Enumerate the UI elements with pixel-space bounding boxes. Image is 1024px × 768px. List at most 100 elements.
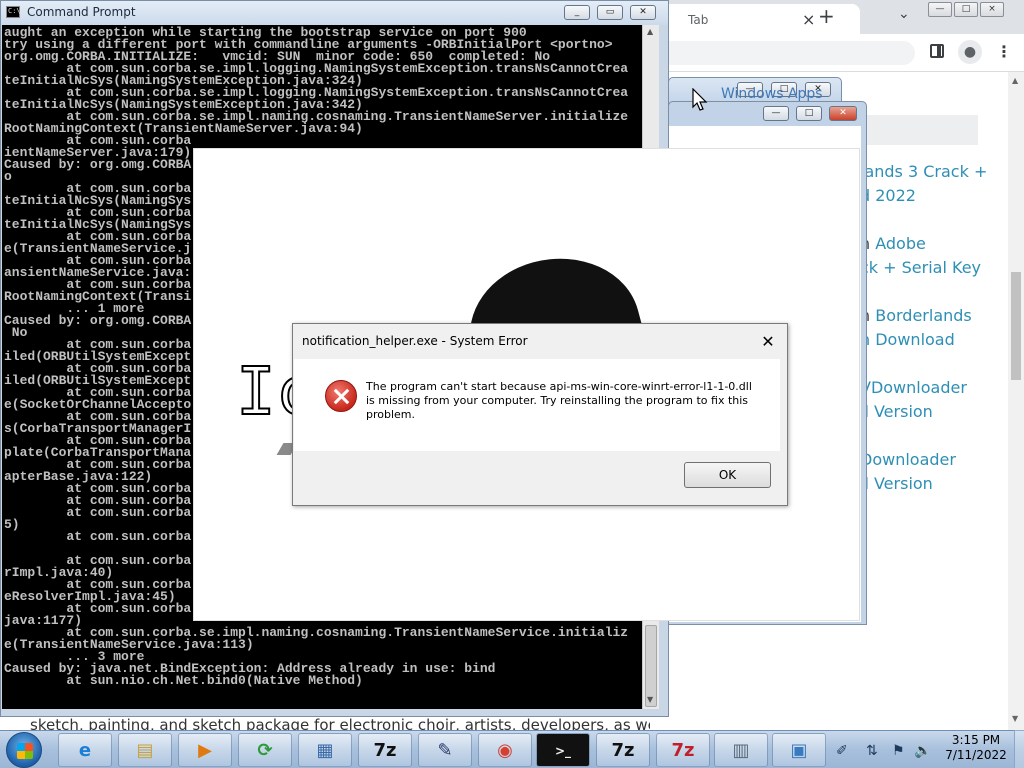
article-link-text[interactable]: ll Version — [860, 474, 933, 493]
taskbar-7zip-button[interactable]: 7z — [358, 733, 412, 767]
article-link-text[interactable]: VDownloader — [860, 378, 967, 397]
cmd-close-button[interactable]: ✕ — [630, 5, 656, 20]
taskbar-control-panel-button[interactable]: ▦ — [298, 733, 352, 767]
notepad-icon: ▥ — [732, 740, 750, 761]
article-link[interactable]: Downloader — [860, 448, 956, 472]
console-line: at sun.nio.ch.Net.bind0(Native Method) — [4, 673, 363, 688]
ok-button[interactable]: OK — [684, 462, 771, 488]
article-link-text[interactable]: d 2022 — [860, 186, 916, 205]
show-desktop-button[interactable] — [1014, 730, 1024, 768]
system-error-dialog[interactable]: notification_helper.exe - System Error ✕… — [292, 323, 788, 506]
cmd-minimize-button[interactable]: _ — [564, 5, 590, 20]
cmd-icon: C:\ — [6, 6, 21, 18]
tab-search-icon[interactable]: ⌄ — [898, 6, 910, 22]
article-link[interactable]: ck + Serial Key — [860, 256, 981, 280]
taskbar-explorer-button[interactable]: ▤ — [118, 733, 172, 767]
editor-icon: ✎ — [437, 740, 453, 761]
tray-volume-icon[interactable]: 🔈 — [914, 743, 931, 759]
start-button[interactable] — [6, 732, 42, 768]
article-link[interactable]: lands 3 Crack + — [860, 160, 987, 184]
cmd-scroll-up-icon[interactable]: ▲ — [647, 27, 653, 36]
windows-logo-icon — [17, 743, 33, 759]
article-link[interactable]: n Download — [860, 328, 955, 352]
clock-time: 3:15 PM — [951, 733, 1001, 747]
article-link[interactable]: n Adobe — [860, 232, 926, 256]
clock-date: 7/11/2022 — [945, 748, 1007, 762]
taskbar-cmd-button[interactable]: >_ — [536, 733, 590, 767]
taskbar-ie-button[interactable]: e — [58, 733, 112, 767]
console-line: at com.sun.corba — [4, 529, 192, 544]
clock[interactable]: 3:15 PM 7/11/2022 — [940, 733, 1012, 763]
taskbar-notepad-button[interactable]: ▥ — [714, 733, 768, 767]
profile-icon[interactable]: ● — [958, 40, 982, 64]
taskbar-window-app-button[interactable]: ▣ — [772, 733, 826, 767]
article-link[interactable]: d 2022 — [860, 184, 916, 208]
cmd-icon: >_ — [537, 734, 589, 766]
browser-tab-title: Tab — [688, 13, 709, 27]
console-line: Caused by: org.omg.CORBA — [4, 313, 192, 328]
tray-network-icon[interactable]: ⇅ — [866, 743, 878, 759]
taskbar-editor-button[interactable]: ✎ — [418, 733, 472, 767]
ie-icon: e — [78, 740, 92, 761]
browser-tabstrip: Tab × + ⌄ — □ × — [640, 0, 1024, 34]
taskbar: e ▤ ▶ ⟳ ▦ 7z ✎ ◉ >_ 7z 7z ▥ ▣ ✐ ⇅ ⚑ 🔈 — [0, 730, 1024, 768]
console-line: Caused by: org.omg.CORBA — [4, 157, 192, 172]
error-icon — [325, 380, 357, 412]
dialog-title: notification_helper.exe - System Error — [302, 334, 528, 348]
taskbar-7zip-2-button[interactable]: 7z — [596, 733, 650, 767]
cmd-scroll-down-icon[interactable]: ▼ — [647, 695, 653, 704]
taskbar-media-player-button[interactable]: ▶ — [178, 733, 232, 767]
browser-minimize-button[interactable]: — — [928, 2, 952, 17]
cmd-titlebar[interactable]: C:\ Command Prompt _ ▭ ✕ — [1, 1, 668, 25]
browser-close-button[interactable]: × — [980, 2, 1004, 17]
background-window-title: Windows Apps — [721, 86, 823, 102]
taskbar-chrome-button[interactable]: ◉ — [478, 733, 532, 767]
article-link-text[interactable]: ck + Serial Key — [860, 258, 981, 277]
new-tab-icon[interactable]: + — [818, 4, 835, 28]
tray-action-center-icon[interactable]: ✐ — [836, 743, 848, 759]
console-line: at com.sun.corba — [4, 505, 192, 520]
dialog-close-icon[interactable]: ✕ — [759, 333, 777, 351]
dialog-message: The program can't start because api-ms-w… — [366, 380, 752, 421]
tray-flag-icon[interactable]: ⚑ — [892, 743, 905, 759]
article-link-text[interactable]: Adobe — [875, 234, 926, 253]
cmd-maximize-button[interactable]: ▭ — [597, 5, 623, 20]
helper-minimize-button[interactable]: — — [763, 106, 789, 121]
menu-icon[interactable]: ⋮ — [996, 42, 1012, 61]
7zip-error-icon: 7z — [671, 740, 695, 761]
scroll-down-icon[interactable]: ▼ — [1012, 714, 1018, 723]
cmd-title: Command Prompt — [27, 5, 136, 19]
taskbar-sync-button[interactable]: ⟳ — [238, 733, 292, 767]
article-link-text[interactable]: lands 3 Crack + — [860, 162, 987, 181]
browser-toolbar: ● ⋮ — [640, 34, 1024, 72]
article-link-text[interactable]: Downloader — [860, 450, 956, 469]
web-page-text: sketch, painting, and sketch package for… — [30, 716, 650, 730]
article-link-text[interactable]: ll Version — [860, 402, 933, 421]
article-link[interactable]: ll Version — [860, 400, 933, 424]
mouse-cursor-icon — [692, 88, 708, 111]
window-app-icon: ▣ — [790, 740, 808, 761]
article-link[interactable]: VDownloader — [860, 376, 967, 400]
scroll-up-icon[interactable]: ▲ — [1012, 76, 1018, 85]
browser-scroll-thumb[interactable] — [1011, 272, 1021, 380]
explorer-icon: ▤ — [136, 740, 154, 761]
article-link[interactable]: n Borderlands — [860, 304, 972, 328]
media-player-icon: ▶ — [198, 740, 212, 761]
helper-close-button[interactable]: ✕ — [829, 106, 857, 121]
taskbar-7zip-error-button[interactable]: 7z — [656, 733, 710, 767]
article-link-text[interactable]: Borderlands — [875, 306, 972, 325]
browser-scrollbar[interactable] — [1008, 72, 1024, 730]
browser-maximize-button[interactable]: □ — [954, 2, 978, 17]
helper-maximize-button[interactable]: □ — [796, 106, 822, 121]
sidebar-search-box — [860, 115, 978, 145]
7zip-icon: 7z — [373, 740, 397, 761]
tab-close-icon[interactable]: × — [802, 10, 815, 29]
sync-icon: ⟳ — [257, 740, 273, 761]
chrome-icon: ◉ — [497, 740, 513, 761]
side-panel-icon[interactable] — [930, 44, 944, 58]
article-link[interactable]: ll Version — [860, 472, 933, 496]
7zip-2-icon: 7z — [611, 740, 635, 761]
address-bar[interactable] — [660, 41, 915, 65]
control-panel-icon: ▦ — [316, 740, 334, 761]
article-link-text[interactable]: n Download — [860, 330, 955, 349]
